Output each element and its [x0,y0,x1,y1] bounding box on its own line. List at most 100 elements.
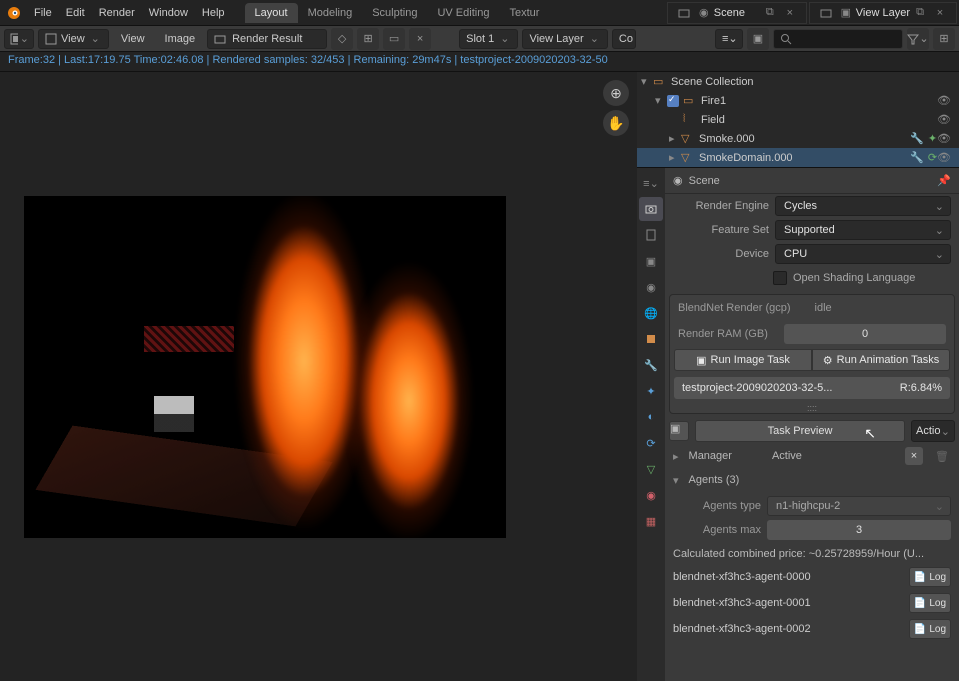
slot-dropdown[interactable]: Slot 1 [459,29,518,49]
outliner-item-field[interactable]: ⦚ Field 👁 [637,110,959,129]
feature-set-label: Feature Set [673,224,769,236]
outliner[interactable]: ▾ ▭ Scene Collection ▾ ▭ Fire1 👁 ⦚ Field… [637,72,959,168]
manager-close-button[interactable]: × [905,447,923,465]
task-grip-icon[interactable]: :::: [670,403,954,413]
new-image-icon[interactable]: ⊞ [357,28,379,50]
eye-icon[interactable]: 👁 [937,94,951,107]
tab-output[interactable] [639,223,663,247]
outliner-root[interactable]: ▾ ▭ Scene Collection [637,72,959,91]
osl-checkbox[interactable] [773,271,787,285]
agents-header[interactable]: ▾ Agents (3) [665,468,959,492]
tab-texturing[interactable]: Textur [499,3,549,23]
props-editor-type-dropdown[interactable]: ≡⌄ [639,171,663,195]
agent-item: blendnet-xf3hc3-agent-0001 📄Log [665,590,959,616]
unlink-icon[interactable]: × [409,28,431,50]
tab-modifier[interactable]: 🔧 [639,353,663,377]
agent-log-button[interactable]: 📄Log [909,567,951,587]
viewlayer-browse-icon[interactable] [818,5,834,21]
collection-checkbox[interactable] [667,95,679,107]
mesh-icon: ▽ [681,151,695,164]
outliner-editor-dropdown[interactable]: ≡⌄ [715,29,743,49]
action-dropdown[interactable]: Actio [911,420,955,442]
outliner-item-smoke[interactable]: ▸ ▽ Smoke.000 🔧 ✦ 👁 [637,129,959,148]
task-row[interactable]: testproject-2009020203-32-5... R:6.84% [674,377,950,399]
outliner-item-smokedomain[interactable]: ▸ ▽ SmokeDomain.000 🔧 ⟳ 👁 [637,148,959,167]
render-status-text: Frame:32 | Last:17:19.75 Time:02:46.08 |… [0,52,959,72]
disclosure-icon[interactable]: ▸ [669,132,681,145]
disclosure-icon[interactable]: ▸ [669,151,681,164]
viewlayer-copy-icon[interactable]: ⧉ [912,5,928,21]
viewlayer-dropdown[interactable]: ▣ View Layer ⧉ × [809,2,957,24]
osl-label: Open Shading Language [793,272,915,284]
new-collection-icon[interactable]: ⊞ [933,28,955,50]
run-animation-tasks-button[interactable]: ⚙ Run Animation Tasks [812,349,950,371]
tab-render[interactable] [639,197,663,221]
task-preview-button[interactable]: Task Preview ↖ [695,420,905,442]
view-menu[interactable]: View [121,33,145,45]
agent-item: blendnet-xf3hc3-agent-0000 📄Log [665,564,959,590]
outliner-item-fire1[interactable]: ▾ ▭ Fire1 👁 [637,91,959,110]
tab-sculpting[interactable]: Sculpting [362,3,427,23]
pin-icon[interactable]: 📌 [937,174,951,187]
modifier-icon[interactable]: 🔧 [910,151,924,164]
tab-modeling[interactable]: Modeling [298,3,363,23]
outliner-display-icon[interactable]: ▣ [747,28,769,50]
render-result-field[interactable]: Render Result [207,29,327,49]
eye-icon[interactable]: 👁 [937,132,951,145]
agents-type-dropdown[interactable]: n1-highcpu-2 [767,496,951,516]
tab-world[interactable]: 🌐 [639,301,663,325]
tab-material[interactable]: ◉ [639,483,663,507]
eye-icon[interactable]: 👁 [937,113,951,126]
particles-icon[interactable]: ✦ [928,132,937,145]
run-image-task-button[interactable]: ▣ Run Image Task [674,349,812,371]
open-image-icon[interactable]: ▭ [383,28,405,50]
manager-delete-button[interactable]: 🗑 [933,447,951,465]
tab-viewlayer[interactable]: ▣ [639,249,663,273]
editor-type-dropdown[interactable]: ⌄ [4,29,34,49]
tab-scene[interactable]: ◉ [639,275,663,299]
image-menu[interactable]: Image [165,33,196,45]
pan-icon[interactable]: ✋ [603,110,629,136]
modifier-icon[interactable]: 🔧 [910,132,924,145]
pass-viewlayer-dropdown[interactable]: View Layer [522,29,607,49]
tab-physics[interactable]: ◐ [639,405,663,429]
feature-set-dropdown[interactable]: Supported [775,220,951,240]
tab-texture[interactable]: ▦ [639,509,663,533]
agent-log-button[interactable]: 📄Log [909,619,951,639]
render-ram-field[interactable]: 0 [784,324,946,344]
eye-icon[interactable]: 👁 [937,151,951,164]
outliner-search[interactable] [773,29,903,49]
scene-browse-icon[interactable] [676,5,692,21]
tab-data[interactable]: ▽ [639,457,663,481]
pass-combined-dropdown[interactable]: Co [612,29,636,49]
tab-constraints[interactable]: ⟳ [639,431,663,455]
agent-log-button[interactable]: 📄Log [909,593,951,613]
menu-edit[interactable]: Edit [66,7,85,19]
filter-icon[interactable]: ⌄ [907,28,929,50]
scene-dropdown[interactable]: ◉ Scene ⧉ × [667,2,807,24]
viewlayer-close-icon[interactable]: × [932,5,948,21]
menu-file[interactable]: File [34,7,52,19]
menu-window[interactable]: Window [149,7,188,19]
zoom-icon[interactable]: ⊕ [603,80,629,106]
scene-copy-icon[interactable]: ⧉ [762,5,778,21]
tab-object[interactable] [639,327,663,351]
disclosure-icon[interactable]: ▸ [673,450,679,463]
image-editor-viewport[interactable]: ⊕ ✋ [0,72,637,681]
image-browse-icon[interactable] [214,33,226,45]
fake-user-icon[interactable]: ◇ [331,28,353,50]
disclosure-icon[interactable]: ▾ [673,474,679,487]
agents-max-field[interactable]: 3 [767,520,951,540]
scene-close-icon[interactable]: × [782,5,798,21]
preview-toggle-checkbox[interactable]: ▣ [669,421,689,441]
render-engine-dropdown[interactable]: Cycles [775,196,951,216]
tab-uvediting[interactable]: UV Editing [427,3,499,23]
tab-particles[interactable]: ✦ [639,379,663,403]
constraint-icon[interactable]: ⟳ [928,151,937,164]
view-mode-dropdown[interactable]: View [38,29,109,49]
device-dropdown[interactable]: CPU [775,244,951,264]
menu-help[interactable]: Help [202,7,225,19]
tab-layout[interactable]: Layout [245,3,298,23]
menu-render[interactable]: Render [99,7,135,19]
disclosure-icon[interactable]: ▾ [655,94,667,107]
